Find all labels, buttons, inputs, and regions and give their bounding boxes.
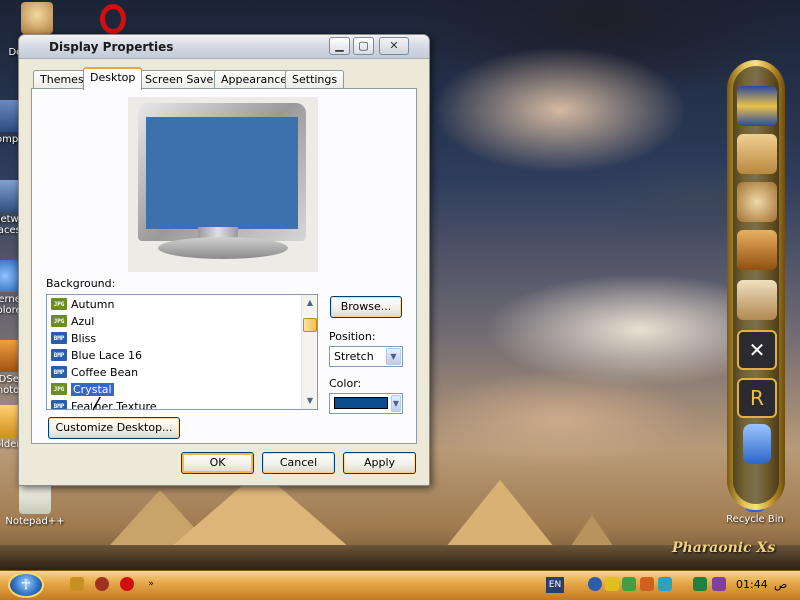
more-arrows-icon[interactable]: » xyxy=(144,577,158,591)
edit-tools-icon[interactable]: R xyxy=(737,378,777,418)
pharaoh-mask-icon[interactable] xyxy=(737,86,777,126)
position-dropdown[interactable]: Stretch ▼ xyxy=(329,346,403,367)
pyramids-icon[interactable] xyxy=(737,134,777,174)
display-properties-window: Display Properties ▁ ▢ ✕ Themes Desktop … xyxy=(18,34,430,486)
desktop-icon-notepadpp[interactable]: Notepad++ xyxy=(0,482,70,527)
chevron-down-icon[interactable]: ▼ xyxy=(386,348,401,365)
bmp-file-icon: BMP xyxy=(51,400,67,409)
language-indicator[interactable]: EN xyxy=(546,577,564,593)
tab-desktop[interactable]: Desktop xyxy=(83,67,143,90)
bmp-file-icon: BMP xyxy=(51,332,67,344)
book-icon[interactable] xyxy=(737,280,777,320)
tray-icon-4[interactable] xyxy=(640,577,654,591)
cancel-button[interactable]: Cancel xyxy=(262,452,335,474)
ok-button[interactable]: OK xyxy=(181,452,254,474)
minimize-button[interactable]: ▁ xyxy=(329,37,350,55)
list-item-selected[interactable]: JPG Crystal xyxy=(51,381,115,397)
preview-screen xyxy=(146,117,298,229)
apply-button[interactable]: Apply xyxy=(343,452,416,474)
maximize-button[interactable]: ▢ xyxy=(353,37,374,55)
scroll-up-arrow-icon[interactable]: ▲ xyxy=(304,297,316,309)
bmp-file-icon: BMP xyxy=(51,349,67,361)
jpg-file-icon: JPG xyxy=(51,383,67,395)
close-button[interactable]: ✕ xyxy=(379,37,409,55)
browse-button[interactable]: Browse... xyxy=(330,296,402,318)
list-item[interactable]: BMP Coffee Bean xyxy=(51,364,138,380)
background-label: Background: xyxy=(46,277,116,290)
tools-icon[interactable]: ✕ xyxy=(737,330,777,370)
tray-icon-6[interactable] xyxy=(693,577,707,591)
list-item[interactable]: BMP Blue Lace 16 xyxy=(51,347,142,363)
tray-icon-7[interactable] xyxy=(712,577,726,591)
scribe-statue-icon[interactable] xyxy=(737,182,777,222)
clock[interactable]: 01:44 xyxy=(736,578,768,591)
bmp-file-icon: BMP xyxy=(51,366,67,378)
color-swatch xyxy=(334,397,388,409)
color-picker[interactable]: ▼ xyxy=(329,393,403,414)
desktop-tab-panel: Background: JPG Autumn JPG Azul BMP Blis… xyxy=(31,88,417,444)
pyramid-small xyxy=(570,515,614,547)
desktop-icon-label: Recycle Bin xyxy=(726,514,784,525)
quicklaunch-icon-1[interactable] xyxy=(70,577,84,591)
monitor-preview xyxy=(128,97,318,272)
list-item[interactable]: JPG Autumn xyxy=(51,296,114,312)
tray-icon-5[interactable] xyxy=(658,577,672,591)
list-item[interactable]: BMP Bliss xyxy=(51,330,96,346)
recycle-bin-icon[interactable] xyxy=(743,424,771,464)
jpg-file-icon: JPG xyxy=(51,315,67,327)
chevron-down-icon[interactable]: ▼ xyxy=(391,395,401,412)
pyramid-right xyxy=(445,480,555,548)
list-scrollbar[interactable]: ▲ ▼ xyxy=(301,295,317,409)
shield-icon[interactable] xyxy=(605,577,619,591)
notepad-icon xyxy=(19,482,51,514)
scribe-statue-icon xyxy=(21,2,53,34)
quicklaunch-icon-2[interactable] xyxy=(95,577,109,591)
harp-icon[interactable] xyxy=(737,230,777,270)
window-title: Display Properties xyxy=(49,40,174,54)
scroll-down-arrow-icon[interactable]: ▼ xyxy=(304,395,316,407)
jpg-file-icon: JPG xyxy=(51,298,67,310)
position-value: Stretch xyxy=(334,350,374,363)
brand-logo-text: Pharaonic Xs xyxy=(672,540,776,556)
tab-settings[interactable]: Settings xyxy=(285,70,345,89)
list-item[interactable]: JPG Azul xyxy=(51,313,94,329)
title-bar[interactable]: Display Properties ▁ ▢ ✕ xyxy=(19,35,429,59)
tab-screen-saver[interactable]: Screen Saver xyxy=(138,70,225,89)
color-label: Color: xyxy=(329,377,362,390)
list-item[interactable]: BMP Feather Texture xyxy=(51,398,157,409)
clock-ampm: ص xyxy=(774,578,788,591)
opera-quicklaunch-icon[interactable] xyxy=(120,577,134,591)
tab-appearance[interactable]: Appearance xyxy=(214,70,295,89)
start-button[interactable]: ☥ xyxy=(8,572,44,598)
mouse-cursor-icon xyxy=(92,396,100,410)
desktop-icon-label: Notepad++ xyxy=(5,516,65,527)
opera-icon[interactable] xyxy=(100,4,126,34)
position-label: Position: xyxy=(329,330,376,343)
scroll-thumb[interactable] xyxy=(303,318,317,332)
customize-desktop-button[interactable]: Customize Desktop... xyxy=(48,417,180,439)
tray-icon-1[interactable] xyxy=(588,577,602,591)
tray-icon-3[interactable] xyxy=(622,577,636,591)
background-list[interactable]: JPG Autumn JPG Azul BMP Bliss BMP Blue L… xyxy=(46,294,318,410)
